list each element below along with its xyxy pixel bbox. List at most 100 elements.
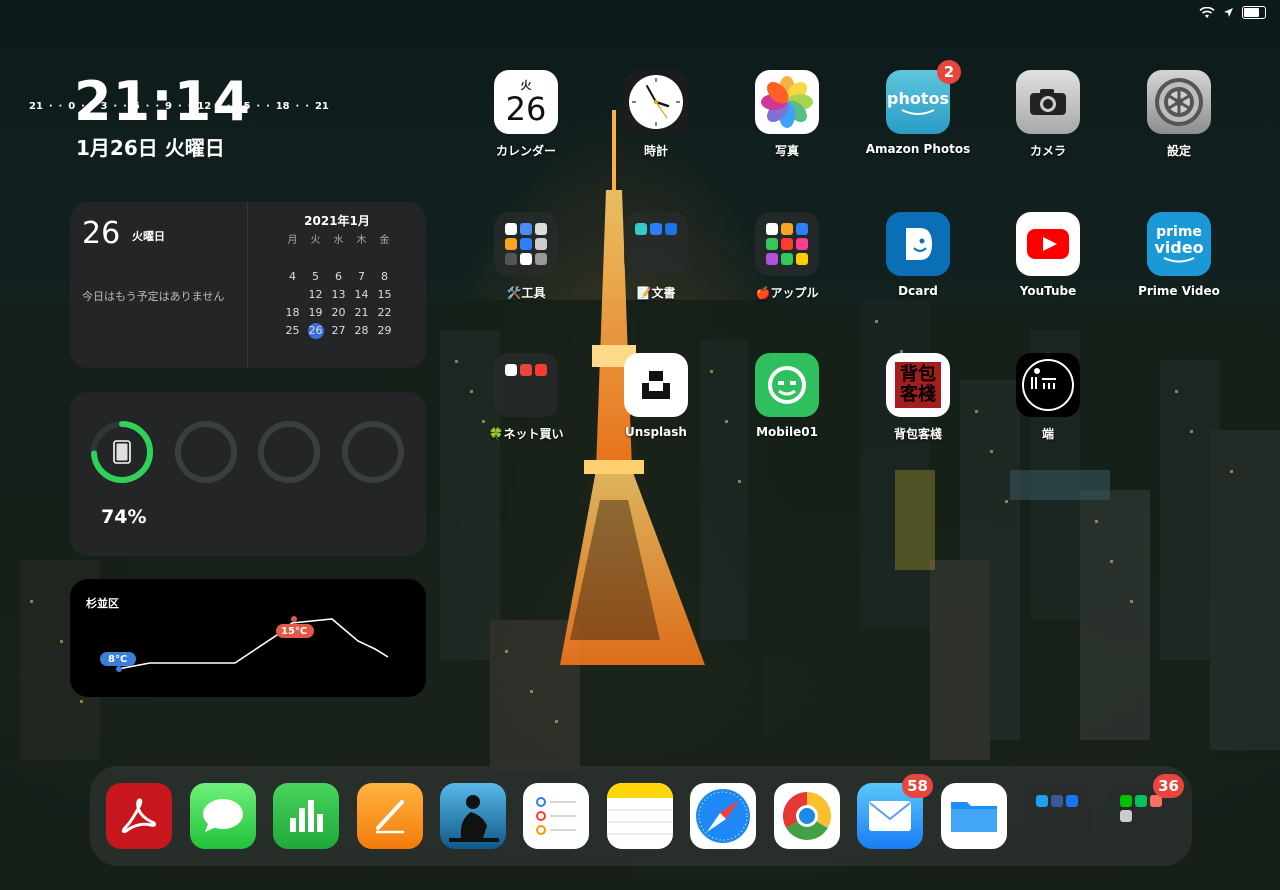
dock-reminders[interactable] — [523, 783, 589, 849]
app-label: 📝文書 — [636, 286, 676, 300]
app-label: カレンダー — [495, 144, 556, 158]
app-label: 背包客棧 — [893, 427, 942, 441]
battery-ring-empty — [258, 421, 320, 483]
app-label: Mobile01 — [756, 425, 818, 439]
wifi-icon — [1199, 6, 1215, 18]
calendar-date — [281, 250, 304, 268]
hour-tick-label: · — [113, 101, 118, 112]
folder-apple[interactable]: 🍎アップル — [732, 212, 842, 301]
dock-kindle[interactable] — [440, 783, 506, 849]
hour-tick-label: 15 — [236, 101, 251, 112]
amazon-smile-icon — [1163, 257, 1195, 263]
weather-widget[interactable]: 杉並区 8°C 15°C — [70, 579, 426, 697]
battery-ring-empty — [342, 421, 404, 483]
youtube-play-icon — [1016, 212, 1080, 276]
app-label: 🛠️工具 — [506, 286, 546, 300]
calendar-date: 5 — [312, 270, 319, 283]
folder-shopping[interactable]: 🍀ネット買い — [471, 353, 581, 442]
dock-folder-chat[interactable]: 36 — [1108, 774, 1184, 849]
hour-tick-label: 3 — [100, 101, 108, 112]
app-camera[interactable]: カメラ — [993, 70, 1103, 159]
app-label: Amazon Photos — [865, 142, 971, 156]
hour-tick-label: · — [123, 101, 127, 112]
battery-ring-ipad — [91, 421, 153, 483]
calendar-date: 26 — [307, 323, 324, 339]
app-label: Dcard — [898, 284, 938, 298]
app-calendar[interactable]: 火 26 カレンダー — [471, 70, 581, 159]
hour-tick-label: · — [187, 101, 192, 112]
location-arrow-icon — [1224, 8, 1233, 17]
calendar-month-grid: 月 火 水 木 金 4 5 6 7 8 12 13 14 15 18 19 20 21 22 25 26 27 28 29 — [281, 232, 396, 340]
app-label: 写真 — [774, 144, 799, 158]
folder-grid-icon — [494, 212, 558, 276]
calendar-date — [373, 250, 396, 268]
hour-tick-label: · — [58, 101, 63, 112]
dock-mail[interactable]: 58 — [857, 774, 933, 849]
dock-chrome[interactable] — [774, 783, 840, 849]
calendar-weekday-header: 月 — [287, 235, 298, 246]
calendar-date: 18 — [285, 306, 300, 319]
battery-ring-empty — [175, 421, 237, 483]
calendar-month-title: 2021年1月 — [304, 214, 370, 228]
folder-docs[interactable]: 📝文書 — [601, 212, 711, 301]
calendar-date: 12 — [308, 288, 323, 301]
notification-badge: 2 — [937, 60, 961, 84]
calendar-widget[interactable]: 26 火曜日 今日はもう予定はありません 2021年1月 月火水木金456781… — [70, 202, 426, 368]
app-unsplash[interactable]: Unsplash — [601, 353, 711, 439]
dock-messages[interactable] — [190, 783, 256, 849]
app-settings[interactable]: 設定 — [1124, 70, 1234, 159]
calendar-weekday-header: 木 — [356, 235, 367, 246]
backpackers-logo: 背包客棧 — [895, 362, 941, 408]
app-mobile01[interactable]: Mobile01 — [732, 353, 842, 439]
duan-icon — [1016, 353, 1080, 417]
app-prime-video[interactable]: prime video Prime Video — [1124, 212, 1234, 298]
message-bubble-icon — [190, 783, 256, 849]
app-dcard[interactable]: Dcard — [863, 212, 973, 298]
app-label: カメラ — [1029, 144, 1066, 158]
calendar-date: 14 — [354, 288, 369, 301]
chrome-icon — [774, 783, 840, 849]
hour-tick-label: 0 — [68, 101, 76, 112]
folder-grid-icon — [624, 212, 688, 276]
calendar-date: 20 — [331, 306, 346, 319]
app-backpackers[interactable]: 背包客棧 背包客棧 — [863, 353, 973, 442]
dock-pages[interactable] — [357, 783, 423, 849]
calendar-date: 7 — [358, 270, 365, 283]
app-label: 設定 — [1166, 144, 1191, 158]
amazon-photos-wordmark: photos — [887, 88, 949, 108]
folder-grid-icon — [494, 353, 558, 417]
app-label: Unsplash — [625, 425, 687, 439]
dock-folder-social[interactable] — [1024, 783, 1090, 849]
dock-numbers[interactable] — [273, 783, 339, 849]
lock-date: 1月26日 火曜日 — [76, 136, 225, 160]
hour-tick-label: · — [81, 101, 85, 112]
hour-tick-label: 6 — [132, 101, 140, 112]
ipad-icon — [113, 440, 131, 464]
dock-acrobat[interactable] — [106, 783, 172, 849]
app-duan[interactable]: 端 — [993, 353, 1103, 442]
hour-tick-label: · — [266, 101, 270, 112]
hour-tick-label: 9 — [165, 101, 172, 112]
hour-tick-label: 18 — [275, 101, 290, 112]
folder-tools[interactable]: 🛠️工具 — [471, 212, 581, 301]
calendar-date — [304, 250, 327, 268]
app-amazon-photos[interactable]: 2 photos Amazon Photos — [863, 60, 973, 156]
app-photos[interactable]: 写真 — [732, 70, 842, 159]
dock-safari[interactable] — [690, 783, 756, 849]
app-clock[interactable]: 時計 — [601, 70, 711, 159]
clock-icon — [624, 70, 688, 134]
calendar-icon-number: 26 — [505, 90, 547, 128]
calendar-date: 29 — [377, 324, 392, 337]
acrobat-icon — [106, 783, 172, 849]
folder-grid-icon — [755, 212, 819, 276]
calendar-date — [327, 250, 350, 268]
dock-notes[interactable] — [607, 783, 673, 849]
checklist-icon — [523, 783, 589, 849]
app-youtube[interactable]: YouTube — [993, 212, 1103, 298]
calendar-date: 8 — [381, 270, 388, 283]
app-label: 🍀ネット買い — [488, 427, 564, 441]
calendar-date: 13 — [331, 288, 346, 301]
hour-tick-label: 12 — [197, 101, 212, 112]
gear-icon — [1147, 70, 1211, 134]
dock-files[interactable] — [941, 783, 1007, 849]
